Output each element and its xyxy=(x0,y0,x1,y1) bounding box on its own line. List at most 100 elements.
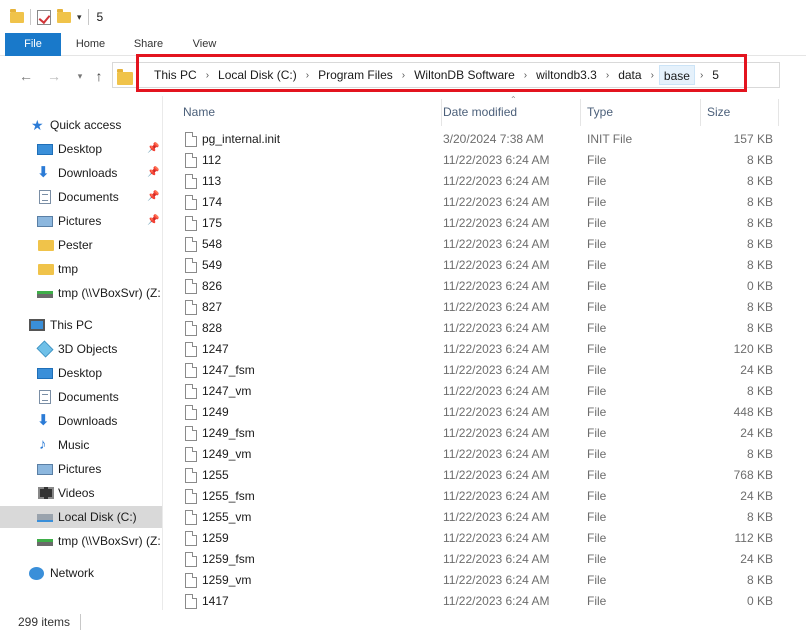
table-row[interactable]: 1249 11/22/2023 6:24 AM File 448 KB xyxy=(164,402,806,423)
chevron-right-icon[interactable]: › xyxy=(646,70,659,81)
nav-videos[interactable]: Videos xyxy=(0,482,162,504)
table-row[interactable]: 1247 11/22/2023 6:24 AM File 120 KB xyxy=(164,339,806,360)
nav-music[interactable]: ♪ Music xyxy=(0,434,162,456)
table-row[interactable]: 1417 11/22/2023 6:24 AM File 0 KB xyxy=(164,591,806,610)
nav-label: tmp (\\VBoxSvr) (Z: xyxy=(58,286,161,300)
table-row[interactable]: 827 11/22/2023 6:24 AM File 8 KB xyxy=(164,297,806,318)
table-row[interactable]: 828 11/22/2023 6:24 AM File 8 KB xyxy=(164,318,806,339)
pictures-icon xyxy=(37,464,53,475)
crumb-wiltondb33[interactable]: wiltondb3.3 xyxy=(532,65,601,85)
crumb-base[interactable]: base xyxy=(658,65,695,85)
table-row[interactable]: 112 11/22/2023 6:24 AM File 8 KB xyxy=(164,150,806,171)
sort-ascending-icon: ⌃ xyxy=(510,96,517,104)
table-row[interactable]: 1249_vm 11/22/2023 6:24 AM File 8 KB xyxy=(164,444,806,465)
up-button[interactable]: ↑ xyxy=(89,66,109,86)
download-icon: ⬇ xyxy=(37,412,50,429)
file-name: 1255_vm xyxy=(202,510,252,524)
table-row[interactable]: 548 11/22/2023 6:24 AM File 8 KB xyxy=(164,234,806,255)
nav-tmp-network-drive[interactable]: tmp (\\VBoxSvr) (Z: xyxy=(0,282,162,304)
file-icon xyxy=(185,510,197,525)
file-icon xyxy=(185,321,197,336)
nav-3d-objects[interactable]: 3D Objects xyxy=(0,338,162,360)
table-row[interactable]: 826 11/22/2023 6:24 AM File 0 KB xyxy=(164,276,806,297)
crumb-program-files[interactable]: Program Files xyxy=(314,65,397,85)
nav-tmp[interactable]: tmp xyxy=(0,258,162,280)
file-date: 11/22/2023 6:24 AM xyxy=(443,405,550,419)
table-row[interactable]: 1247_fsm 11/22/2023 6:24 AM File 24 KB xyxy=(164,360,806,381)
chevron-right-icon[interactable]: › xyxy=(519,70,532,81)
file-name: 828 xyxy=(202,321,223,335)
recent-locations-dropdown[interactable]: ▾ xyxy=(70,66,90,86)
nav-label: Downloads xyxy=(58,166,118,180)
nav-downloads[interactable]: ⬇ Downloads 📌 xyxy=(0,162,162,184)
nav-pictures-pc[interactable]: Pictures xyxy=(0,458,162,480)
nav-desktop-pc[interactable]: Desktop xyxy=(0,362,162,384)
table-row[interactable]: 1259_vm 11/22/2023 6:24 AM File 8 KB xyxy=(164,570,806,591)
table-row[interactable]: 113 11/22/2023 6:24 AM File 8 KB xyxy=(164,171,806,192)
crumb-5[interactable]: 5 xyxy=(708,65,723,85)
table-row[interactable]: 1259 11/22/2023 6:24 AM File 112 KB xyxy=(164,528,806,549)
pin-icon[interactable]: 📌 xyxy=(147,162,159,184)
table-row[interactable]: 1255_fsm 11/22/2023 6:24 AM File 24 KB xyxy=(164,486,806,507)
tab-view[interactable]: View xyxy=(177,33,232,56)
3d-objects-icon xyxy=(36,340,54,358)
file-type: File xyxy=(587,153,607,167)
file-name: 827 xyxy=(202,300,223,314)
table-row[interactable]: 1249_fsm 11/22/2023 6:24 AM File 24 KB xyxy=(164,423,806,444)
table-row[interactable]: 175 11/22/2023 6:24 AM File 8 KB xyxy=(164,213,806,234)
new-folder-icon[interactable] xyxy=(57,8,71,23)
column-header-name[interactable]: Name xyxy=(177,99,442,126)
nav-network[interactable]: Network xyxy=(0,562,162,584)
customize-toolbar-dropdown[interactable]: ▾ xyxy=(77,12,82,23)
file-icon xyxy=(185,300,197,315)
table-row[interactable]: 1255 11/22/2023 6:24 AM File 768 KB xyxy=(164,465,806,486)
nav-downloads-pc[interactable]: ⬇ Downloads xyxy=(0,410,162,432)
table-row[interactable]: 1259_fsm 11/22/2023 6:24 AM File 24 KB xyxy=(164,549,806,570)
pin-icon[interactable]: 📌 xyxy=(147,186,159,208)
pin-icon[interactable]: 📌 xyxy=(147,210,159,232)
back-button[interactable]: ← xyxy=(16,66,36,86)
nav-desktop[interactable]: Desktop 📌 xyxy=(0,138,162,160)
nav-this-pc[interactable]: This PC xyxy=(0,314,162,336)
divider xyxy=(87,9,89,25)
file-name: 1247 xyxy=(202,342,229,356)
table-row[interactable]: 1255_vm 11/22/2023 6:24 AM File 8 KB xyxy=(164,507,806,528)
crumb-this-pc[interactable]: This PC xyxy=(150,65,201,85)
file-size: 120 KB xyxy=(733,342,773,356)
file-date: 11/22/2023 6:24 AM xyxy=(443,384,550,398)
file-name: 1247_vm xyxy=(202,384,252,398)
chevron-right-icon[interactable]: › xyxy=(601,70,614,81)
tab-share[interactable]: Share xyxy=(121,33,176,56)
nav-tmp-network-drive-pc[interactable]: tmp (\\VBoxSvr) (Z: xyxy=(0,530,162,552)
crumb-wiltondb-software[interactable]: WiltonDB Software xyxy=(410,65,519,85)
pin-icon[interactable]: 📌 xyxy=(147,138,159,160)
file-size: 24 KB xyxy=(740,489,773,503)
file-type: File xyxy=(587,489,607,503)
table-row[interactable]: pg_internal.init 3/20/2024 7:38 AM INIT Fi… xyxy=(164,129,806,150)
chevron-right-icon[interactable]: › xyxy=(201,70,214,81)
table-row[interactable]: 1247_vm 11/22/2023 6:24 AM File 8 KB xyxy=(164,381,806,402)
chevron-right-icon[interactable]: › xyxy=(695,70,708,81)
column-header-size[interactable]: Size xyxy=(701,99,779,126)
file-name: 548 xyxy=(202,237,223,251)
nav-pester[interactable]: Pester xyxy=(0,234,162,256)
column-header-date[interactable]: Date modified xyxy=(437,99,581,126)
table-row[interactable]: 174 11/22/2023 6:24 AM File 8 KB xyxy=(164,192,806,213)
nav-pictures[interactable]: Pictures 📌 xyxy=(0,210,162,232)
forward-button[interactable]: → xyxy=(44,66,64,86)
nav-documents-pc[interactable]: Documents xyxy=(0,386,162,408)
nav-documents[interactable]: Documents 📌 xyxy=(0,186,162,208)
table-row[interactable]: 549 11/22/2023 6:24 AM File 8 KB xyxy=(164,255,806,276)
file-date: 11/22/2023 6:24 AM xyxy=(443,489,550,503)
crumb-data[interactable]: data xyxy=(614,65,645,85)
nav-local-disk[interactable]: Local Disk (C:) xyxy=(0,506,162,528)
column-header-type[interactable]: Type xyxy=(581,99,701,126)
file-size: 8 KB xyxy=(746,321,773,335)
tab-file[interactable]: File xyxy=(5,33,61,56)
tab-home[interactable]: Home xyxy=(63,33,118,56)
chevron-right-icon[interactable]: › xyxy=(301,70,314,81)
properties-icon[interactable] xyxy=(37,9,51,25)
crumb-local-disk[interactable]: Local Disk (C:) xyxy=(214,65,301,85)
nav-quick-access[interactable]: ★ Quick access xyxy=(0,114,162,136)
chevron-right-icon[interactable]: › xyxy=(397,70,410,81)
